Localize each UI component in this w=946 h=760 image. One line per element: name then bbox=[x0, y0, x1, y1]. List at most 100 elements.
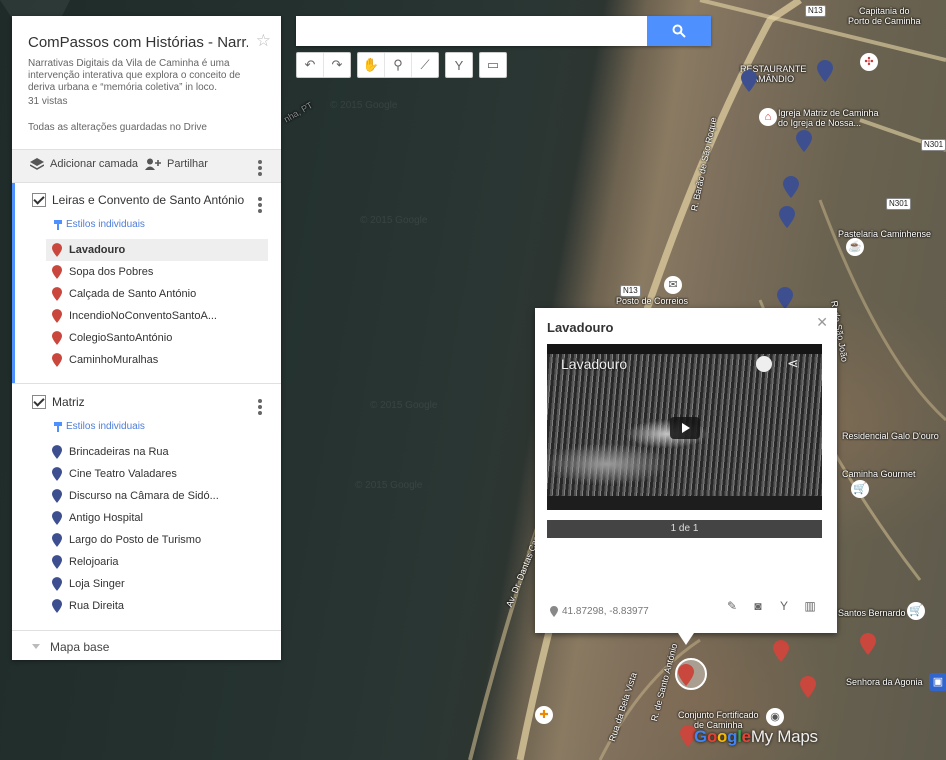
add-person-icon bbox=[145, 158, 161, 170]
map-marker-blue[interactable] bbox=[777, 287, 793, 309]
camera-icon[interactable]: ◉ bbox=[766, 708, 784, 726]
map-marker-red[interactable] bbox=[800, 676, 816, 698]
layer-leiras: Leiras e Convento de Santo António Estil… bbox=[12, 183, 284, 383]
search-box bbox=[296, 16, 711, 46]
road-badge-n13: N13 bbox=[805, 5, 826, 17]
blue-marker-icon bbox=[52, 577, 62, 591]
map-label-senhora: Senhora da Agonia bbox=[846, 677, 923, 687]
paint-roller-icon bbox=[54, 421, 62, 432]
hand-icon: ✋ bbox=[362, 57, 380, 72]
directions-icon: Y bbox=[454, 57, 464, 73]
list-item[interactable]: Relojoaria bbox=[46, 551, 268, 573]
base-map-section[interactable]: Mapa base bbox=[12, 630, 281, 661]
list-item[interactable]: Antigo Hospital bbox=[46, 507, 268, 529]
directions-button[interactable]: Y bbox=[446, 53, 472, 77]
camera-icon: ◙ bbox=[754, 599, 762, 613]
directions-group: Y bbox=[445, 52, 473, 78]
list-item[interactable]: Loja Singer bbox=[46, 573, 268, 595]
list-item-label: Antigo Hospital bbox=[69, 512, 143, 524]
layer-options-icon[interactable] bbox=[258, 195, 262, 215]
map-toolbar: ↶ ↷ ✋ ⚲ ⟋ Y ▭ bbox=[296, 52, 507, 78]
layer-options-icon[interactable] bbox=[258, 397, 262, 417]
map-title[interactable]: ComPassos com Histórias - Narr... bbox=[28, 34, 248, 51]
list-item[interactable]: Brincadeiras na Rua bbox=[46, 441, 268, 463]
poi-icon[interactable]: ✣ bbox=[860, 53, 878, 71]
close-icon[interactable]: ✕ bbox=[816, 314, 828, 331]
video-title[interactable]: Lavadouro bbox=[561, 356, 627, 372]
blue-marker-icon bbox=[52, 445, 62, 459]
map-marker-blue[interactable] bbox=[779, 206, 795, 228]
directions-button[interactable]: Y bbox=[777, 599, 791, 613]
map-marker-red[interactable] bbox=[773, 640, 789, 662]
layer-styles-link[interactable]: Estilos individuais bbox=[54, 219, 145, 230]
base-map-label: Mapa base bbox=[50, 640, 110, 654]
map-watermark: © 2015 Google bbox=[360, 215, 428, 226]
more-options-icon[interactable] bbox=[258, 158, 262, 178]
cafe-icon[interactable]: ☕ bbox=[846, 238, 864, 256]
search-input[interactable] bbox=[296, 16, 656, 46]
layer-styles-link[interactable]: Estilos individuais bbox=[54, 421, 145, 432]
list-item-label: Cine Teatro Valadares bbox=[69, 468, 177, 480]
layer-name[interactable]: Matriz bbox=[52, 395, 85, 409]
map-marker-blue[interactable] bbox=[783, 176, 799, 198]
list-item[interactable]: Largo do Posto de Turismo bbox=[46, 529, 268, 551]
draw-line-button[interactable]: ⟋ bbox=[412, 53, 438, 77]
list-item[interactable]: Rua Direita bbox=[46, 595, 268, 617]
star-icon[interactable]: ☆ bbox=[256, 31, 271, 51]
mail-icon[interactable]: ✉ bbox=[664, 276, 682, 294]
layer-visibility-checkbox[interactable] bbox=[32, 395, 46, 409]
edit-button[interactable]: ✎ bbox=[725, 599, 739, 613]
map-watermark: © 2015 Google bbox=[355, 480, 423, 491]
video-player[interactable]: Lavadouro ⋖ bbox=[547, 344, 822, 510]
undo-button[interactable]: ↶ bbox=[297, 53, 324, 77]
map-marker-red-selected[interactable] bbox=[678, 663, 694, 687]
map-marker-blue[interactable] bbox=[817, 60, 833, 82]
layer-visibility-checkbox[interactable] bbox=[32, 193, 46, 207]
add-image-button[interactable]: ◙ bbox=[751, 599, 765, 613]
add-layer-button[interactable]: Adicionar camada bbox=[30, 158, 138, 170]
map-description[interactable]: Narrativas Digitais da Vila de Caminha é… bbox=[28, 58, 268, 94]
map-marker-red[interactable] bbox=[860, 633, 876, 655]
directions-icon: Y bbox=[779, 599, 788, 613]
layer-items: Brincadeiras na Rua Cine Teatro Valadare… bbox=[46, 441, 268, 617]
redo-button[interactable]: ↷ bbox=[324, 53, 350, 77]
add-marker-button[interactable]: ⚲ bbox=[385, 53, 412, 77]
restaurant-icon[interactable]: ✚ bbox=[535, 706, 553, 724]
add-layer-label: Adicionar camada bbox=[50, 158, 139, 170]
trash-icon: ▥ bbox=[804, 599, 816, 613]
share-button[interactable]: Partilhar bbox=[145, 158, 208, 170]
red-marker-icon bbox=[52, 353, 62, 367]
map-label-residencial: Residencial Galo D'ouro bbox=[842, 431, 939, 441]
paint-roller-icon bbox=[54, 219, 62, 230]
delete-button[interactable]: ▥ bbox=[803, 599, 817, 613]
map-label-gourmet: Caminha Gourmet bbox=[842, 469, 916, 479]
list-item[interactable]: IncendioNoConventoSantoA... bbox=[46, 305, 268, 327]
play-button[interactable] bbox=[670, 417, 700, 439]
list-item[interactable]: Cine Teatro Valadares bbox=[46, 463, 268, 485]
map-label-igreja: Igreja Matriz de Caminha do Igreja de No… bbox=[778, 108, 879, 128]
layer-items: Lavadouro Sopa dos Pobres Calçada de San… bbox=[46, 239, 268, 371]
list-item[interactable]: CaminhoMuralhas bbox=[46, 349, 268, 371]
list-item[interactable]: Lavadouro bbox=[46, 239, 268, 261]
share-icon[interactable]: ⋖ bbox=[787, 355, 799, 372]
list-item-label: Brincadeiras na Rua bbox=[69, 446, 169, 458]
list-item[interactable]: Calçada de Santo António bbox=[46, 283, 268, 305]
list-item[interactable]: Sopa dos Pobres bbox=[46, 261, 268, 283]
pan-tool-button[interactable]: ✋ bbox=[358, 53, 385, 77]
layer-name[interactable]: Leiras e Convento de Santo António bbox=[52, 193, 244, 207]
shopping-icon[interactable]: 🛒 bbox=[907, 602, 925, 620]
watch-later-icon[interactable] bbox=[756, 356, 772, 372]
map-marker-blue[interactable] bbox=[741, 70, 757, 92]
road-badge-n301: N301 bbox=[886, 198, 912, 210]
info-window-title: Lavadouro bbox=[547, 320, 614, 335]
shopping-icon[interactable]: 🛒 bbox=[851, 480, 869, 498]
map-marker-blue[interactable] bbox=[796, 130, 812, 152]
chevron-down-icon bbox=[32, 644, 40, 649]
list-item[interactable]: Discurso na Câmara de Sidó... bbox=[46, 485, 268, 507]
search-button[interactable] bbox=[647, 16, 711, 46]
list-item[interactable]: ColegioSantoAntónio bbox=[46, 327, 268, 349]
church-icon[interactable]: ⌂ bbox=[759, 108, 777, 126]
panel-actions-bar: Adicionar camada Partilhar bbox=[12, 149, 281, 183]
bus-icon[interactable]: ▣ bbox=[929, 673, 946, 691]
measure-button[interactable]: ▭ bbox=[480, 53, 506, 77]
